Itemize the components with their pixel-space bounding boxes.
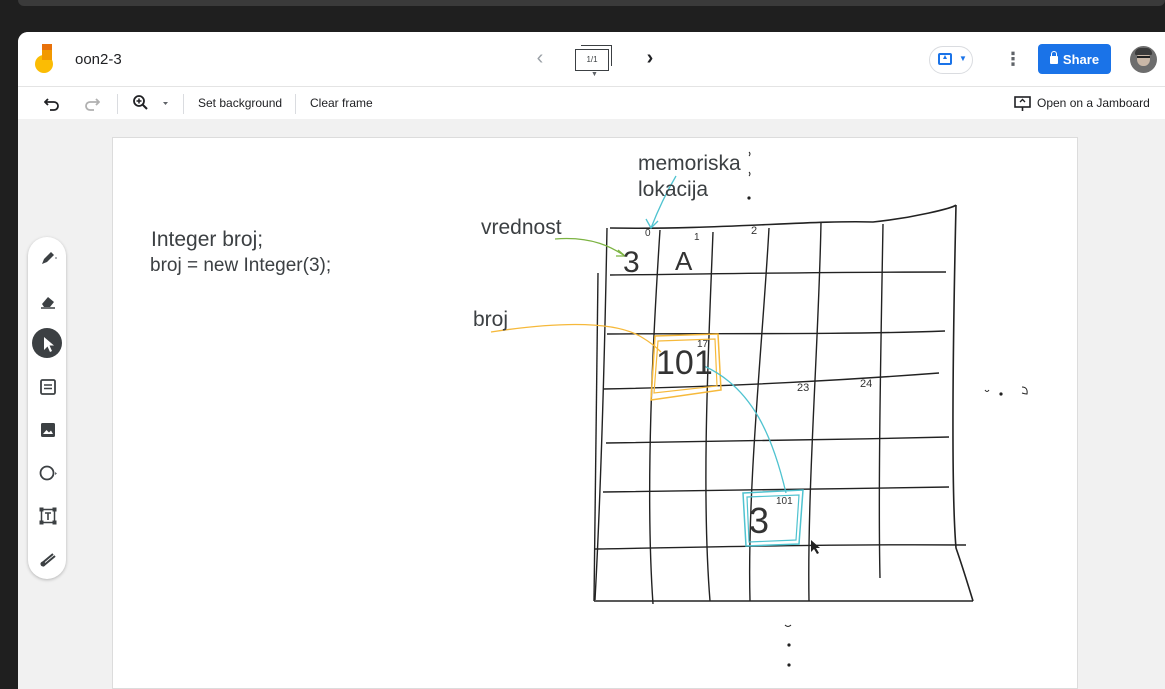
present-icon [938, 53, 952, 65]
cell-value: A [675, 246, 693, 276]
more-options-icon[interactable]: ⋮ [1004, 47, 1022, 71]
jamboard-logo-icon[interactable] [34, 44, 62, 74]
set-background-button[interactable]: Set background [198, 87, 282, 119]
whiteboard-canvas[interactable]: Integer broj; broj = new Integer(3); mem… [112, 137, 1078, 689]
share-label: Share [1062, 51, 1100, 67]
open-on-jamboard-label: Open on a Jamboard [1037, 96, 1150, 110]
label-lokacija[interactable]: lokacija [638, 178, 708, 202]
select-icon[interactable] [32, 328, 62, 358]
address-label: 23 [797, 382, 810, 394]
cell-value: 3 [749, 500, 770, 541]
clear-frame-button[interactable]: Clear frame [310, 87, 373, 119]
drawing-toolbar [28, 237, 66, 579]
cast-icon [1014, 96, 1031, 111]
redo-icon[interactable] [84, 87, 104, 119]
address-label: 2 [751, 225, 758, 237]
address-label: 24 [860, 378, 873, 390]
address-label: 17 [697, 339, 709, 350]
cell-value: 3 [623, 246, 640, 279]
previous-frame-chevron-icon[interactable]: ‹ [530, 46, 550, 70]
code-line-2[interactable]: broj = new Integer(3); [150, 255, 331, 277]
avatar-hair [1135, 48, 1152, 55]
address-label: 1 [694, 232, 700, 243]
label-memoriska[interactable]: memoriska [638, 152, 741, 176]
circle-icon[interactable] [32, 457, 62, 487]
eraser-icon[interactable] [32, 285, 62, 315]
toolbar-divider [117, 94, 118, 114]
lock-icon [1049, 51, 1058, 64]
label-vrednost[interactable]: vrednost [481, 216, 562, 240]
toolbar-divider [295, 94, 296, 114]
text-box-icon[interactable] [32, 500, 62, 530]
image-icon[interactable] [32, 414, 62, 444]
toolbar-divider [183, 94, 184, 114]
document-title[interactable]: oon2-3 [75, 51, 122, 68]
zoom-button[interactable] [132, 87, 170, 119]
header-bar: oon2-3 ‹ 1/1 ▼ › ▼ ⋮ Share [18, 32, 1165, 87]
window-top-strip [18, 0, 1165, 6]
address-label: 0 [645, 228, 651, 239]
share-button[interactable]: Share [1038, 44, 1111, 74]
present-button[interactable]: ▼ [929, 46, 973, 74]
avatar[interactable] [1130, 46, 1157, 73]
label-broj[interactable]: broj [473, 308, 508, 332]
next-frame-chevron-icon[interactable]: › [640, 46, 660, 70]
toolbar: Set background Clear frame Open on a Jam… [18, 87, 1165, 119]
sticky-note-icon[interactable] [32, 371, 62, 401]
handwritten-drawing [490, 151, 1028, 667]
code-line-1[interactable]: Integer broj; [151, 228, 263, 252]
frame-indicator-button[interactable]: 1/1 ▼ [575, 45, 615, 79]
open-on-jamboard-button[interactable]: Open on a Jamboard [1014, 87, 1154, 119]
laser-icon[interactable] [32, 543, 62, 573]
caret-down-icon: ▼ [591, 71, 598, 78]
caret-down-icon: ▼ [959, 54, 967, 63]
undo-icon[interactable] [43, 87, 64, 119]
pen-icon[interactable] [32, 242, 62, 272]
jamboard-app: oon2-3 ‹ 1/1 ▼ › ▼ ⋮ Share Set backgroun… [18, 32, 1165, 689]
frame-count: 1/1 [575, 49, 609, 71]
address-label: 101 [776, 496, 793, 507]
avatar-glasses [1137, 56, 1150, 61]
